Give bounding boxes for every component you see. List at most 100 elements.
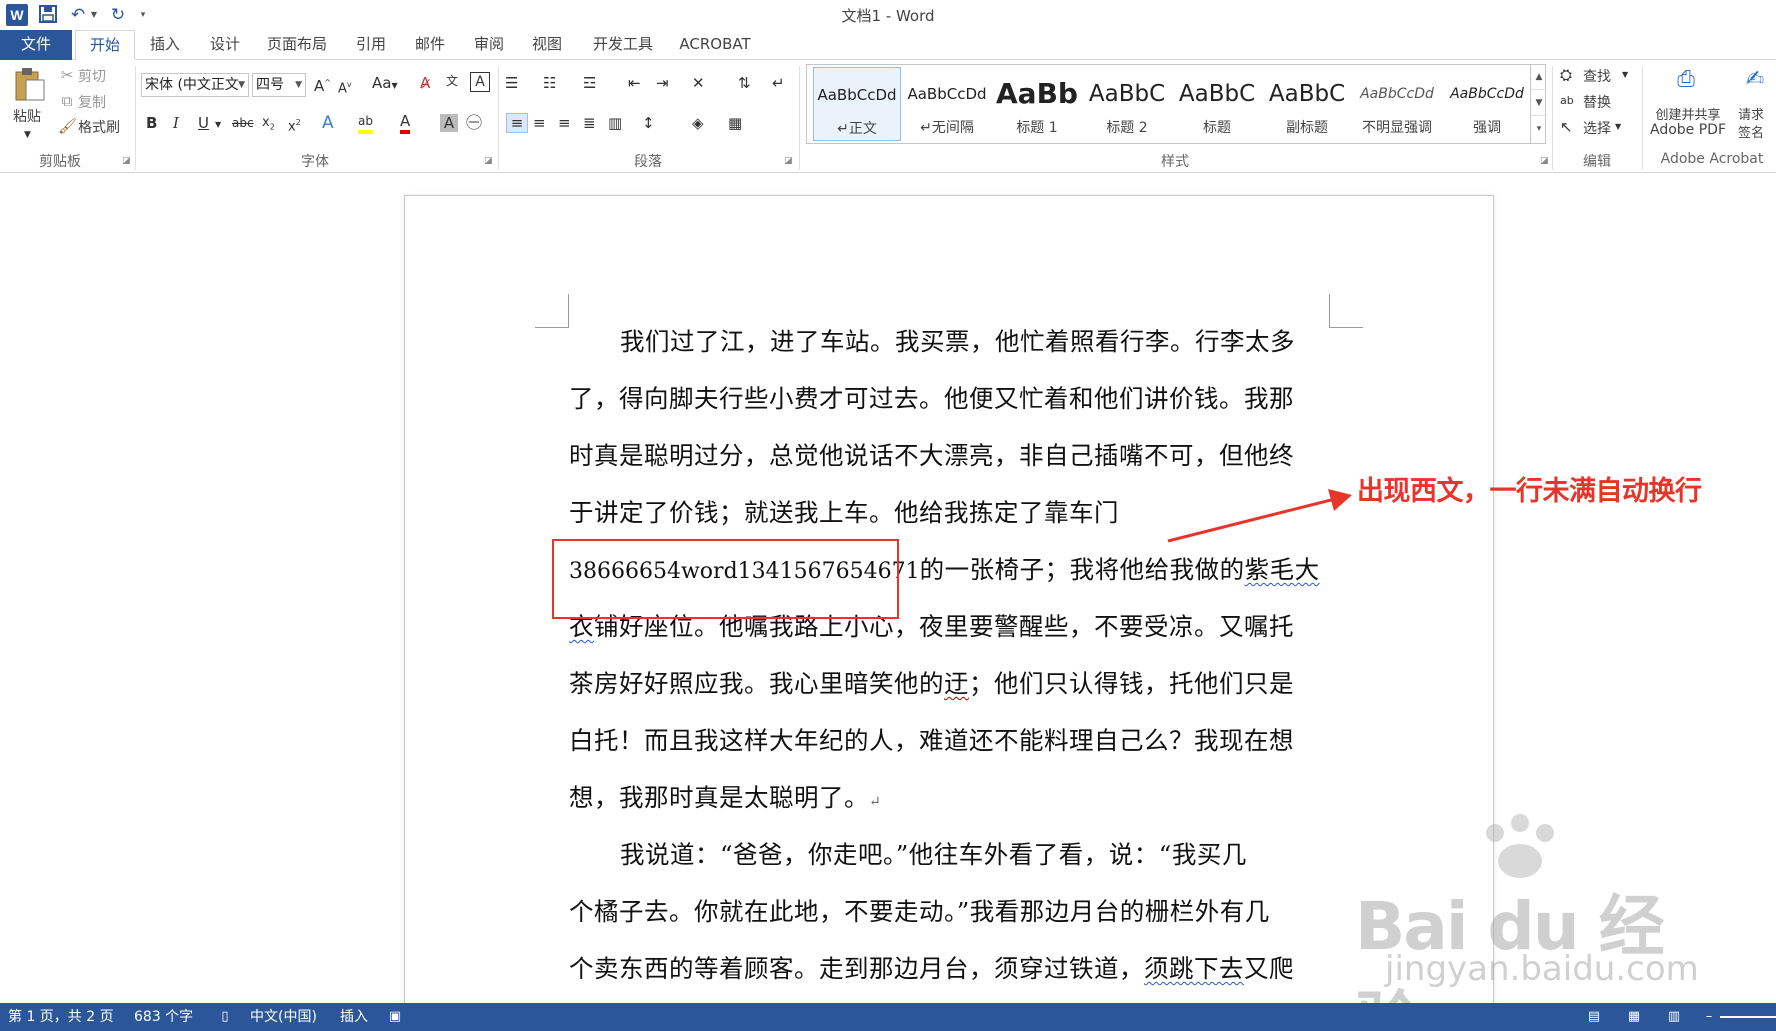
- text-line[interactable]: 我说道：“爸爸，你走吧。”他往车外看了看，说：“我买几: [620, 836, 1247, 871]
- select-button[interactable]: 选择: [1583, 118, 1611, 138]
- zoom-out-icon[interactable]: –: [1700, 1008, 1718, 1026]
- font-color-icon[interactable]: A: [400, 112, 411, 134]
- find-dropdown-icon[interactable]: ▼: [1622, 66, 1628, 84]
- text-line[interactable]: 茶房好好照应我。我心里暗笑他的迂；他们只认得钱，托他们只是: [569, 665, 1294, 700]
- strikethrough-icon[interactable]: abc: [232, 114, 254, 132]
- style-normal[interactable]: AaBbCcDd ↵正文: [813, 67, 901, 141]
- highlight-icon[interactable]: ab: [358, 112, 373, 134]
- style-no-spacing[interactable]: AaBbCcDd ↵无间隔: [903, 67, 991, 141]
- scroll-down-icon[interactable]: ▼: [1531, 90, 1547, 116]
- style-title[interactable]: AaBbC 标题: [1173, 67, 1261, 141]
- shading-icon[interactable]: ◈: [692, 114, 704, 132]
- underline-icon[interactable]: U: [198, 114, 209, 132]
- shrink-font-icon[interactable]: Av: [338, 76, 352, 98]
- copy-button[interactable]: 复制: [78, 92, 106, 112]
- numbering-icon[interactable]: ☷: [543, 74, 556, 92]
- style-subtle-emphasis[interactable]: AaBbCcDd 不明显强调: [1353, 67, 1441, 141]
- find-button[interactable]: 查找: [1583, 66, 1611, 86]
- distributed-icon[interactable]: ▥: [608, 114, 622, 132]
- text-run[interactable]: 茶房好好照应我。我心里暗笑他的: [569, 669, 944, 698]
- proofing-icon[interactable]: ▯: [216, 1008, 234, 1026]
- style-heading1[interactable]: AaBb 标题 1: [993, 67, 1081, 141]
- underline-dropdown-icon[interactable]: ▼: [215, 116, 221, 134]
- web-layout-icon[interactable]: ▥: [1665, 1008, 1683, 1026]
- request-signature-label-2[interactable]: 签名: [1738, 122, 1764, 141]
- superscript-icon[interactable]: x2: [288, 114, 301, 136]
- show-marks-icon[interactable]: ↵: [772, 74, 785, 92]
- align-center-icon[interactable]: ≡: [533, 114, 546, 132]
- decrease-indent-icon[interactable]: ⇤: [628, 74, 641, 92]
- phonetic-guide-icon[interactable]: 文: [446, 72, 458, 90]
- style-emphasis[interactable]: AaBbCcDd 强调: [1443, 67, 1531, 141]
- text-line[interactable]: 个橘子去。你就在此地，不要走动。”我看那边月台的栅栏外有几: [569, 893, 1270, 928]
- text-line[interactable]: 白托！而且我这样大年纪的人，难道还不能料理自己么？我现在想: [569, 722, 1294, 757]
- align-left-icon[interactable]: ≡: [506, 113, 528, 133]
- style-subtitle[interactable]: AaBbC 副标题: [1263, 67, 1351, 141]
- paragraph-launcher-icon[interactable]: ◪: [784, 156, 793, 166]
- character-border-icon[interactable]: A: [470, 72, 490, 92]
- tab-references[interactable]: 引用: [346, 30, 396, 60]
- tab-mailings[interactable]: 邮件: [405, 30, 455, 60]
- justify-icon[interactable]: ≣: [583, 114, 596, 132]
- replace-button[interactable]: 替换: [1583, 92, 1611, 112]
- print-layout-icon[interactable]: ▦: [1625, 1008, 1643, 1026]
- align-right-icon[interactable]: ≡: [558, 114, 571, 132]
- grammar-flag[interactable]: 须跳下去: [1144, 954, 1244, 983]
- tab-developer[interactable]: 开发工具: [585, 30, 661, 60]
- clear-formatting-icon[interactable]: A̷: [420, 74, 430, 92]
- read-mode-icon[interactable]: ▤: [1585, 1008, 1603, 1026]
- tab-acrobat[interactable]: ACROBAT: [675, 30, 755, 60]
- paste-button[interactable]: 粘贴: [13, 106, 41, 126]
- tab-file[interactable]: 文件: [0, 30, 72, 60]
- bullets-icon[interactable]: ☰: [505, 74, 518, 92]
- text-run[interactable]: ；他们只认得钱，托他们只是: [969, 669, 1294, 698]
- spelling-flag[interactable]: 迂: [944, 669, 969, 698]
- font-size-combo[interactable]: 四号 ▼: [252, 73, 306, 97]
- request-signature-label-1[interactable]: 请求: [1738, 104, 1764, 123]
- subscript-icon[interactable]: x2: [262, 114, 275, 137]
- text-line[interactable]: 了，得向脚夫行些小费才可过去。他便又忙着和他们讲价钱。我那: [569, 380, 1294, 415]
- tab-view[interactable]: 视图: [522, 30, 572, 60]
- create-pdf-label-2[interactable]: Adobe PDF: [1650, 122, 1726, 138]
- language-indicator[interactable]: 中文(中国): [250, 1003, 317, 1031]
- text-effects-icon[interactable]: A: [322, 114, 334, 132]
- text-run[interactable]: 个卖东西的等着顾客。走到那边月台，须穿过铁道，: [569, 954, 1144, 983]
- page-count[interactable]: 第 1 页，共 2 页: [8, 1003, 114, 1031]
- text-line[interactable]: 我们过了江，进了车站。我买票，他忙着照看行李。行李太多: [620, 323, 1295, 358]
- format-painter-button[interactable]: 格式刷: [78, 117, 120, 137]
- chinese-layout-icon[interactable]: ✕: [692, 74, 705, 92]
- tab-layout[interactable]: 页面布局: [262, 30, 332, 60]
- character-shading-icon[interactable]: A: [440, 114, 458, 132]
- tab-home[interactable]: 开始: [75, 30, 135, 60]
- sort-icon[interactable]: ⇅: [738, 74, 751, 92]
- text-run[interactable]: 又爬: [1244, 954, 1294, 983]
- paste-dropdown-icon[interactable]: ▼: [24, 126, 31, 144]
- italic-icon[interactable]: I: [173, 114, 179, 132]
- paste-icon[interactable]: [12, 66, 46, 102]
- line-spacing-icon[interactable]: ↕: [642, 114, 655, 132]
- text-run[interactable]: 的一张椅子；我将他给我做的: [920, 555, 1245, 584]
- document-area[interactable]: 我们过了江，进了车站。我买票，他忙着照看行李。行李太多 了，得向脚夫行些小费才可…: [0, 173, 1776, 1003]
- create-pdf-icon[interactable]: ⎙: [1673, 66, 1699, 94]
- change-case-icon[interactable]: Aa▼: [372, 74, 398, 95]
- scroll-up-icon[interactable]: ▲: [1531, 64, 1547, 90]
- grow-font-icon[interactable]: A^: [314, 74, 331, 95]
- cut-button[interactable]: 剪切: [78, 66, 106, 86]
- insert-mode[interactable]: 插入: [340, 1003, 368, 1031]
- clipboard-launcher-icon[interactable]: ◪: [122, 156, 131, 166]
- request-signature-icon[interactable]: ✍: [1742, 66, 1768, 94]
- text-line[interactable]: 时真是聪明过分，总觉他说话不大漂亮，非自己插嘴不可，但他终: [569, 437, 1294, 472]
- borders-icon[interactable]: ▦: [728, 114, 742, 132]
- gallery-more-icon[interactable]: ▾: [1531, 116, 1547, 142]
- text-run[interactable]: 想，我那时真是太聪明了。: [569, 783, 869, 812]
- tab-review[interactable]: 审阅: [464, 30, 514, 60]
- multilevel-list-icon[interactable]: ☲: [583, 74, 596, 92]
- font-launcher-icon[interactable]: ◪: [484, 156, 493, 166]
- enclose-characters-icon[interactable]: ㊀: [466, 114, 482, 132]
- zoom-slider[interactable]: [1720, 1016, 1776, 1018]
- style-heading2[interactable]: AaBbC 标题 2: [1083, 67, 1171, 141]
- styles-launcher-icon[interactable]: ◪: [1540, 156, 1549, 166]
- select-dropdown-icon[interactable]: ▼: [1615, 118, 1621, 136]
- text-line[interactable]: 于讲定了价钱；就送我上车。他给我拣定了靠车门: [569, 494, 1119, 529]
- text-line[interactable]: 想，我那时真是太聪明了。↵: [569, 779, 881, 814]
